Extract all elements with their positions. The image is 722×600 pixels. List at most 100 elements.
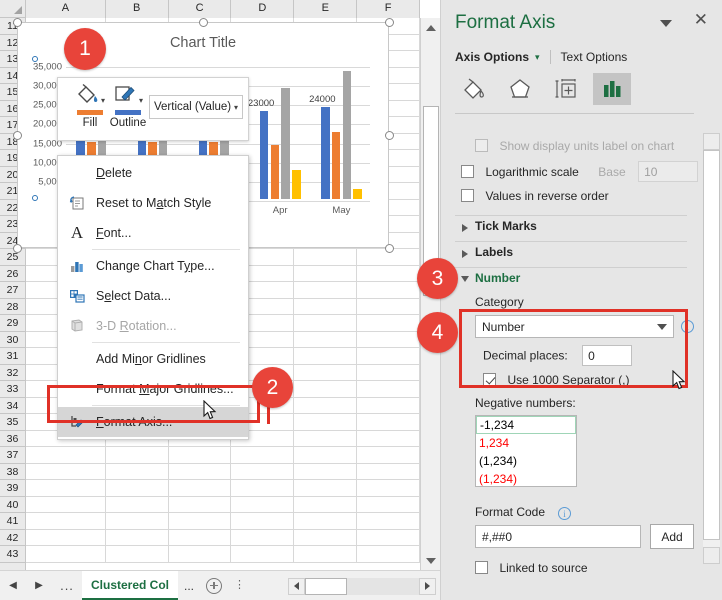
grid-cell[interactable] [105,480,169,497]
chart-element-chevron-down-icon[interactable]: ▾ [234,103,238,112]
chart-element-select[interactable]: Vertical (Value) ▾ [149,95,243,119]
column-header-f[interactable]: F [357,0,421,18]
horizontal-scroll-track[interactable] [347,577,419,595]
grid-row[interactable] [26,447,420,464]
chart-data-label[interactable]: 24000 [309,94,335,105]
row-header-38[interactable]: 38 [0,463,25,480]
grid-cell[interactable] [357,496,420,513]
chart-bar[interactable] [270,145,280,199]
grid-cell[interactable] [294,430,358,447]
grid-cell[interactable] [168,529,232,546]
grid-row[interactable] [26,529,420,546]
chart-bar[interactable] [342,70,351,199]
tab-left-ellipsis[interactable]: ... [52,578,82,593]
add-sheet-button[interactable] [206,577,223,594]
column-header-e[interactable]: E [294,0,358,18]
scroll-down-button[interactable] [421,551,440,570]
grid-cell[interactable] [168,463,232,480]
number-collapse-icon[interactable] [461,276,469,282]
grid-cell[interactable] [231,529,295,546]
row-header-32[interactable]: 32 [0,364,25,381]
grid-cell[interactable] [105,513,169,530]
base-input[interactable]: 10 [638,161,699,182]
grid-row[interactable] [26,480,420,497]
column-header-b[interactable]: B [105,0,169,18]
grid-cell[interactable] [357,315,420,332]
grid-cell[interactable] [231,480,295,497]
context-menu-item-delete[interactable]: Delete [58,158,248,188]
mini-toolbar[interactable]: ▾ Fill ▾ Outline Vertical (Value) ▾ [57,77,249,141]
grid-cell[interactable] [357,430,420,447]
logarithmic-scale-checkbox[interactable] [461,165,474,178]
panel-close-icon[interactable]: ✕ [694,11,708,28]
grid-cell[interactable] [26,496,106,513]
grid-cell[interactable] [357,331,420,348]
row-header-36[interactable]: 36 [0,430,25,447]
chart-bar[interactable] [292,170,301,199]
panel-scroll-up-button[interactable] [703,133,720,150]
grid-cell[interactable] [231,463,295,480]
row-header-25[interactable]: 25 [0,249,25,266]
grid-cell[interactable] [168,546,232,563]
chart-bar[interactable] [259,110,269,199]
fill-and-line-icon[interactable] [455,73,493,105]
grid-cell[interactable] [26,463,106,480]
grid-cell[interactable] [294,480,358,497]
row-header-39[interactable]: 39 [0,480,25,497]
column-header-c[interactable]: C [168,0,232,18]
grid-cell[interactable] [294,397,358,414]
grid-cell[interactable] [294,463,358,480]
chart-handle-bl[interactable] [13,244,22,253]
row-header-30[interactable]: 30 [0,331,25,348]
axis-handle-top[interactable] [32,56,38,62]
row-header-33[interactable]: 33 [0,381,25,398]
row-header-29[interactable]: 29 [0,315,25,332]
chart-bar[interactable] [331,132,341,199]
chart-data-label[interactable]: 23000 [248,98,274,109]
grid-cell[interactable] [168,480,232,497]
axis-handle-bottom[interactable] [32,195,38,201]
values-reverse-order-checkbox[interactable] [461,189,474,203]
context-menu-item-add-minor-gridlines[interactable]: Add Minor Gridlines [58,344,248,374]
tab-axis-options[interactable]: Axis Options [455,50,529,64]
grid-cell[interactable] [357,463,420,480]
chart-bar[interactable] [281,87,290,199]
sheet-options-icon[interactable]: ⋮ [234,580,245,591]
tick-marks-expand-icon[interactable] [462,224,468,232]
grid-cell[interactable] [357,282,420,299]
chart-handle-tl[interactable] [13,18,22,27]
next-sheet-button[interactable]: ▶ [26,580,52,591]
grid-cell[interactable] [26,513,106,530]
grid-cell[interactable] [168,447,232,464]
grid-cell[interactable] [294,381,358,398]
grid-cell[interactable] [357,447,420,464]
grid-row[interactable] [26,496,420,513]
negative-numbers-list[interactable]: -1,234 1,234 (1,234) (1,234) [475,415,577,487]
chart-handle-tr[interactable] [385,18,394,27]
context-menu-item-change-chart-type[interactable]: Change Chart Type... [58,251,248,281]
grid-cell[interactable] [357,414,420,431]
grid-cell[interactable] [105,496,169,513]
add-format-button[interactable]: Add [650,524,694,549]
horizontal-scrollbar[interactable] [288,577,436,595]
grid-cell[interactable] [294,546,358,563]
negative-number-option[interactable]: (1,234) [476,470,576,486]
negative-number-option[interactable]: -1,234 [476,416,576,434]
column-header-a[interactable]: A [26,0,106,18]
format-code-input[interactable]: #,##0 [475,525,641,548]
grid-cell[interactable] [26,480,106,497]
labels-expand-icon[interactable] [462,250,468,258]
row-header-27[interactable]: 27 [0,282,25,299]
tab-right-ellipsis[interactable]: ... [178,579,200,593]
grid-row[interactable] [26,546,420,563]
panel-scroll-thumb[interactable] [703,150,720,540]
grid-cell[interactable] [168,496,232,513]
row-header-35[interactable]: 35 [0,414,25,431]
scroll-up-button[interactable] [421,18,440,37]
chart-handle-mr[interactable] [385,131,394,140]
grid-cell[interactable] [231,546,295,563]
axis-options-chart-icon[interactable] [593,73,631,105]
outline-chevron-down-icon[interactable]: ▾ [139,96,143,105]
grid-cell[interactable] [294,513,358,530]
grid-cell[interactable] [357,513,420,530]
